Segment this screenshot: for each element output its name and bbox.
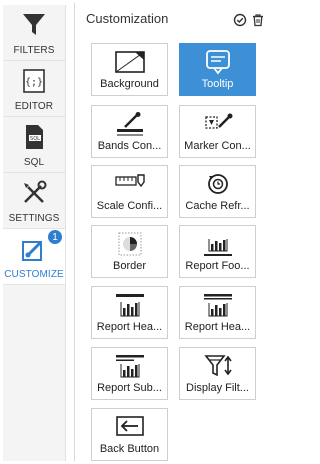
tile-label: Cache Refr...: [185, 200, 250, 212]
report-header-icon: [203, 294, 232, 317]
cache-refresh-icon: [207, 174, 228, 194]
tile-scale-config[interactable]: Scale Confi...: [91, 165, 168, 218]
sidebar-item-label: FILTERS: [13, 45, 55, 56]
back-arrow-icon: [115, 416, 144, 436]
sidebar-item-customize[interactable]: 1 CUSTOMIZE: [3, 229, 65, 285]
code-editor-icon: {;}: [23, 69, 45, 93]
tooltip-icon: [205, 50, 230, 75]
sidebar-item-label: EDITOR: [14, 101, 54, 112]
svg-text:{;}: {;}: [25, 77, 43, 88]
tile-label: Tooltip: [201, 78, 234, 90]
tile-border[interactable]: Border: [91, 225, 168, 278]
tile-label: Report Hea...: [184, 321, 251, 333]
trash-icon[interactable]: [251, 13, 265, 27]
tile-report-header-1[interactable]: Report Hea...: [91, 286, 168, 339]
report-footer-icon: [203, 239, 232, 256]
border-icon: [118, 232, 141, 256]
check-circle-icon[interactable]: [233, 13, 247, 27]
tile-label: Report Sub...: [97, 382, 162, 394]
bands-picker-icon: [116, 112, 143, 136]
tile-display-filters[interactable]: Display Filt...: [179, 347, 256, 400]
tile-back-button[interactable]: Back Button: [91, 408, 168, 461]
tile-label: Report Hea...: [96, 321, 163, 333]
tile-report-header-2[interactable]: Report Hea...: [179, 286, 256, 339]
tile-label: Scale Confi...: [96, 200, 163, 212]
sidebar-item-filters[interactable]: FILTERS: [3, 5, 65, 61]
tile-tooltip[interactable]: Tooltip: [179, 43, 256, 96]
marker-picker-icon: [204, 113, 232, 129]
background-image-icon: [114, 51, 145, 73]
tile-label: Marker Con...: [184, 140, 251, 152]
left-sidebar: FILTERS {;} EDITOR SQL SQL SETTINGS 1 CU…: [3, 5, 66, 461]
customize-icon: [22, 241, 42, 261]
tools-icon: [24, 180, 47, 203]
tile-label: Display Filt...: [186, 382, 249, 394]
tile-bands-config[interactable]: Bands Con...: [91, 105, 168, 158]
customization-panel: Customization Background Tooltip Bands C…: [74, 3, 270, 461]
svg-text:SQL: SQL: [30, 136, 40, 142]
tile-report-footer[interactable]: Report Foo...: [179, 225, 256, 278]
sidebar-item-editor[interactable]: {;} EDITOR: [3, 61, 65, 117]
tile-label: Border: [112, 260, 147, 272]
report-header-icon: [115, 294, 144, 317]
tile-background[interactable]: Background: [91, 43, 168, 96]
scale-ruler-icon: [114, 174, 145, 188]
sql-file-icon: SQL: [26, 125, 43, 149]
tile-cache-refresh[interactable]: Cache Refr...: [179, 165, 256, 218]
tile-label: Bands Con...: [97, 140, 162, 152]
tile-marker-config[interactable]: Marker Con...: [179, 105, 256, 158]
tile-label: Back Button: [99, 443, 160, 455]
funnel-icon: [23, 14, 45, 35]
tile-label: Background: [100, 78, 159, 90]
sidebar-item-settings[interactable]: SETTINGS: [3, 173, 65, 229]
tile-report-subtitle[interactable]: Report Sub...: [91, 347, 168, 400]
sidebar-item-sql[interactable]: SQL SQL: [3, 117, 65, 173]
notification-badge: 1: [47, 229, 63, 245]
tile-label: Report Foo...: [185, 260, 250, 272]
report-subtitle-icon: [115, 355, 144, 378]
sidebar-item-label: SETTINGS: [8, 213, 60, 224]
display-filter-icon: [203, 355, 232, 377]
sidebar-item-label: CUSTOMIZE: [4, 269, 64, 280]
panel-title: Customization: [86, 11, 169, 26]
sidebar-item-label: SQL: [23, 157, 45, 168]
